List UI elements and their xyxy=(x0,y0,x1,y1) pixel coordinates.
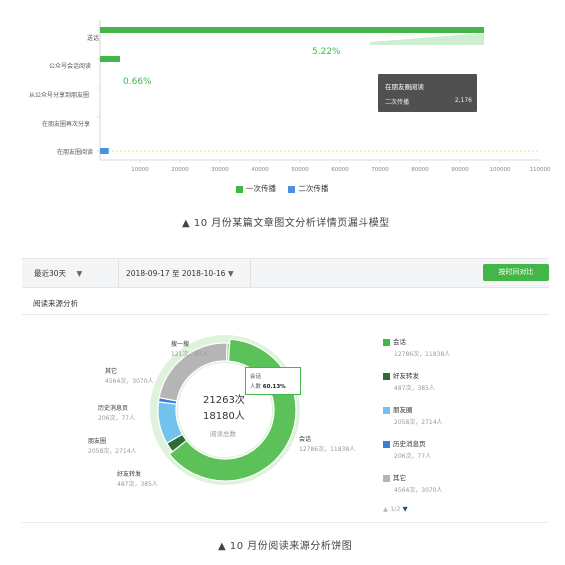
legend-item-other[interactable]: 其它 4564次，3070人 xyxy=(383,472,443,494)
slice-sublabel: 4564次，3070人 xyxy=(105,378,154,385)
legend-item-history[interactable]: 历史消息页 206次，77人 xyxy=(383,438,431,460)
legend-label: 二次传播 xyxy=(298,184,329,193)
slice-label: 朋友圈 xyxy=(88,438,107,445)
x-tick-label: 40000 xyxy=(251,167,269,173)
source-caption: ▲ 10 月份阅读来源分析饼图 xyxy=(218,541,353,552)
date-range-label: 2018-09-17 至 2018-10-16 xyxy=(126,269,226,278)
chevron-down-icon: ▼ xyxy=(227,269,234,278)
legend-swatch xyxy=(383,406,390,414)
bar xyxy=(100,56,120,62)
slice-sublabel: 487次，385人 xyxy=(117,481,158,488)
slice-label: 其它 xyxy=(105,368,118,375)
divider xyxy=(250,259,251,287)
tooltip-name: 会话 xyxy=(250,374,262,380)
funnel-svg: 10000 20000 30000 40000 50000 60000 70000 80000… xyxy=(97,20,551,173)
x-tick-label: 60000 xyxy=(331,167,349,173)
divider xyxy=(118,259,119,287)
slice-label: 会话 xyxy=(299,436,312,443)
pct-label-chat: 0.66% xyxy=(123,77,152,87)
legend-item-moments[interactable]: 朋友圈 2058次，2714人 xyxy=(383,404,443,426)
donut-tooltip: 会话 人数 60.13% xyxy=(245,367,301,395)
conversion-wedge xyxy=(370,33,484,45)
x-tick-label: 50000 xyxy=(291,167,309,173)
legend-label: 好友转发 xyxy=(393,372,419,380)
date-toolbar: 最近30天 ▼ 2018-09-17 至 2018-10-16 ▼ 按时间对比 xyxy=(22,258,549,288)
tooltip-metric-value: 60.13% xyxy=(262,384,286,390)
tooltip-metric-label: 人数 xyxy=(250,384,262,390)
legend-label: 一次传播 xyxy=(246,184,276,193)
slice-sublabel: 121次，97人 xyxy=(171,351,209,358)
pager-label: 1/2 xyxy=(390,505,401,513)
x-tick-label: 90000 xyxy=(451,167,469,173)
x-tick-label: 30000 xyxy=(211,167,229,173)
x-tick-label: 80000 xyxy=(411,167,429,173)
x-tick-label: 70000 xyxy=(371,167,389,173)
tooltip-title: 在朋友圈阅读 xyxy=(385,83,424,91)
donut-center-people: 18180人 xyxy=(203,411,245,422)
slice-sublabel: 2058次，2714人 xyxy=(88,448,137,455)
divider xyxy=(22,314,549,315)
bar xyxy=(100,148,109,154)
x-tick-label: 10000 xyxy=(131,167,149,173)
legend-label: 朋友圈 xyxy=(393,406,413,414)
slice-sublabel: 206次，77人 xyxy=(98,415,136,422)
legend-swatch xyxy=(288,185,296,193)
legend-item-first[interactable]: 一次传播 xyxy=(236,184,276,193)
legend-pager: ▲ 1/2 ▼ xyxy=(383,505,408,513)
slice-sublabel: 12786次，11838人 xyxy=(299,446,356,453)
x-tick-label: 110000 xyxy=(530,167,551,173)
tooltip-label: 二次传播 xyxy=(385,99,410,106)
funnel-caption: ▲ 10 月份某篇文章图文分析详情页漏斗模型 xyxy=(182,218,390,229)
legend-sublabel: 4564次，3070人 xyxy=(394,487,443,494)
period-select[interactable]: 最近30天 ▼ xyxy=(34,268,82,279)
pct-label-send: 5.22% xyxy=(312,47,341,57)
funnel-row-label: 公众号会话阅读 xyxy=(49,63,92,70)
legend-item-forward[interactable]: 好友转发 487次，385人 xyxy=(383,370,435,392)
x-tick-label: 20000 xyxy=(171,167,189,173)
funnel-row-label: 送话 xyxy=(87,35,100,42)
funnel-row-label: 从公众号分享到朋友圈 xyxy=(29,92,90,99)
legend-item-second[interactable]: 二次传播 xyxy=(288,184,328,193)
legend-label: 历史消息页 xyxy=(393,440,426,448)
tooltip-value: 2,176 xyxy=(454,97,472,104)
funnel-row-label: 在朋友圈阅读 xyxy=(57,149,94,156)
legend-item-chat[interactable]: 会话 12786次，11838人 xyxy=(383,336,450,358)
legend-swatch xyxy=(383,474,390,482)
page-up-icon[interactable]: ▲ xyxy=(383,505,388,513)
legend-swatch xyxy=(383,372,390,380)
legend-sublabel: 2058次，2714人 xyxy=(394,419,443,426)
legend-label: 其它 xyxy=(393,474,406,482)
slice-label: 好友转发 xyxy=(117,471,142,478)
legend-swatch xyxy=(236,185,243,193)
funnel-row-label: 在朋友圈再次分享 xyxy=(42,121,91,128)
period-label: 最近30天 xyxy=(34,269,67,278)
chevron-down-icon: ▼ xyxy=(76,269,83,278)
slice-label: 搜一搜 xyxy=(171,341,190,348)
legend-sublabel: 206次，77人 xyxy=(394,453,432,460)
legend-swatch xyxy=(383,440,390,448)
funnel-tooltip: 在朋友圈阅读 二次传播 2,176 xyxy=(378,74,477,112)
donut-center-count: 21263次 xyxy=(203,395,245,406)
x-tick-label: 100000 xyxy=(490,167,511,173)
compare-by-time-button[interactable]: 按时间对比 xyxy=(483,264,549,281)
donut-center-label: 阅读总数 xyxy=(210,430,236,438)
legend-swatch xyxy=(383,338,390,346)
bar xyxy=(100,27,484,33)
page-down-icon[interactable]: ▼ xyxy=(403,505,408,513)
date-range-select[interactable]: 2018-09-17 至 2018-10-16 ▼ xyxy=(126,268,234,279)
slice-label: 历史消息页 xyxy=(98,405,129,412)
section-title: 阅读来源分析 xyxy=(33,299,78,308)
divider xyxy=(22,522,549,523)
funnel-legend: 一次传播 二次传播 xyxy=(236,183,328,194)
legend-sublabel: 487次，385人 xyxy=(394,385,435,392)
tooltip-metric: 人数 60.13% xyxy=(250,382,286,390)
legend-label: 会话 xyxy=(393,338,406,346)
legend-sublabel: 12786次，11838人 xyxy=(394,351,451,358)
